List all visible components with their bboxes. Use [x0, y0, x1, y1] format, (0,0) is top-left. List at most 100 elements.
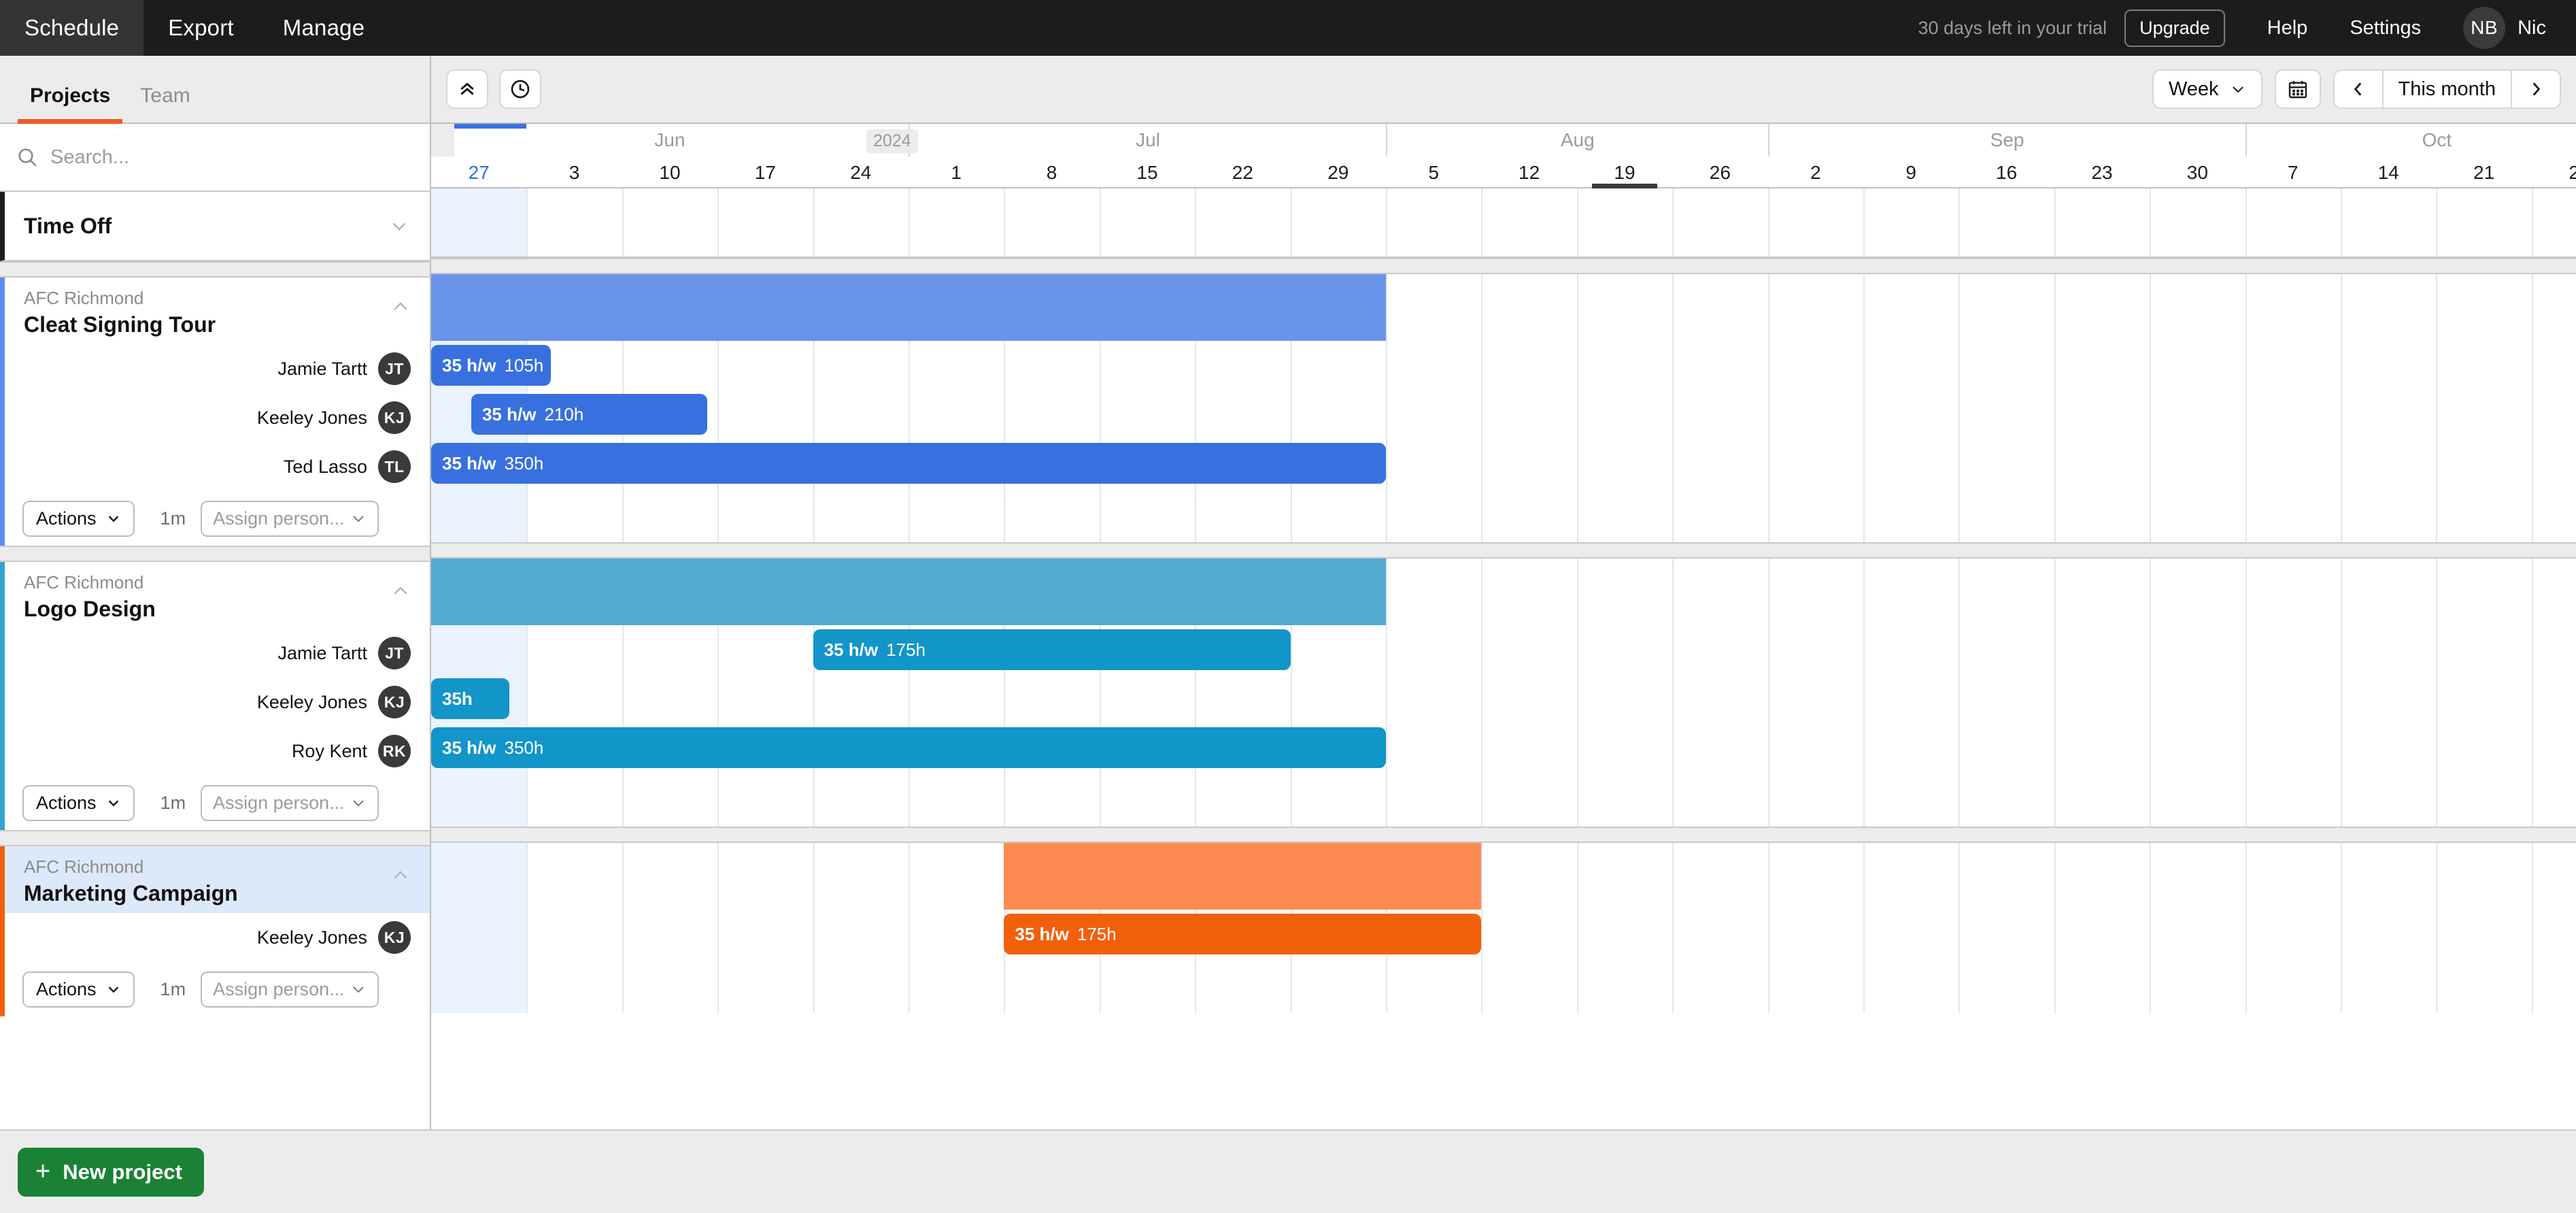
project-summary-bar[interactable] — [431, 274, 1386, 341]
assignment-person-row[interactable]: Keeley Jones KJ — [5, 678, 430, 727]
day-tick-30: 30 — [2186, 161, 2208, 183]
assignment-bar[interactable]: 35 h/w 350h — [431, 727, 1386, 768]
clock-icon — [511, 80, 530, 99]
toolbar-right-cluster: Week This month — [2152, 69, 2561, 109]
project-client: AFC Richmond — [24, 572, 144, 593]
assignment-person-row[interactable]: Ted Lasso TL — [5, 442, 430, 491]
timeline-date-header: Jun Jul Aug Sep Oct 2024 27 3 10 17 24 1 8 15 22 29 5 1… — [431, 124, 2576, 188]
project-header[interactable]: AFC Richmond Cleat Signing Tour — [5, 278, 430, 344]
project-duration-label: 1m — [160, 792, 186, 813]
assignment-bar[interactable]: 35 h/w 210h — [471, 394, 707, 435]
assignment-total-hours: 175h — [886, 639, 926, 660]
project-header[interactable]: AFC Richmond Logo Design — [5, 562, 430, 629]
search-icon — [16, 146, 38, 168]
assignment-hours-per-week: 35 h/w — [824, 639, 879, 660]
username-label[interactable]: Nic — [2518, 17, 2546, 39]
collapse-all-button[interactable] — [446, 69, 488, 109]
actions-dropdown-button[interactable]: Actions — [22, 500, 135, 537]
project-name: Logo Design — [24, 596, 156, 621]
avatar[interactable]: NB — [2463, 7, 2506, 49]
tab-projects[interactable]: Projects — [15, 84, 125, 124]
day-tick-27: 27 — [468, 161, 490, 183]
assignment-total-hours: 175h — [1077, 923, 1117, 944]
assignment-person-row[interactable]: Keeley Jones KJ — [5, 393, 430, 442]
assignment-person-row[interactable]: Jamie Tartt JT — [5, 344, 430, 393]
month-label-sep: Sep — [1767, 124, 2245, 156]
assignment-total-hours: 350h — [504, 737, 544, 758]
right-panel: Week This month Jun Jul Aug Sep Oct 2024… — [431, 56, 2576, 1213]
timeline-row-timeoff — [431, 188, 2576, 258]
timeoff-row[interactable]: Time Off — [0, 192, 430, 261]
timeline-scroll-area[interactable]: 35 h/w 105h 35 h/w 210h 35 h/w 350h 35 h/w 175h… — [431, 188, 2576, 1194]
nav-item-schedule[interactable]: Schedule — [0, 0, 144, 56]
chevron-down-icon — [108, 986, 118, 993]
project-client: AFC Richmond — [24, 857, 144, 877]
assign-person-placeholder: Assign person... — [213, 508, 345, 529]
timeline-grid: 35 h/w 105h 35 h/w 210h 35 h/w 350h 35 h/w 175h… — [431, 188, 2576, 1013]
day-tick-16: 16 — [1996, 161, 2018, 183]
month-label-oct: Oct — [2245, 124, 2576, 156]
search-input[interactable] — [50, 146, 377, 169]
chevron-down-icon — [2232, 86, 2243, 93]
nav-item-manage[interactable]: Manage — [258, 0, 389, 56]
timeline-assignment-row: 35 h/w 210h — [431, 390, 2576, 439]
next-period-button[interactable] — [2511, 71, 2560, 107]
actions-dropdown-button[interactable]: Actions — [22, 971, 135, 1008]
timeline-project-summary-row — [431, 274, 2576, 341]
zoom-level-dropdown[interactable]: Week — [2152, 69, 2263, 109]
assignment-bar[interactable]: 35 h/w 350h — [431, 443, 1386, 484]
timeline-project-summary-row — [431, 843, 2576, 910]
current-range-button[interactable]: This month — [2382, 71, 2511, 107]
collapse-chevron-up-button[interactable] — [390, 297, 411, 317]
collapse-chevron-up-button[interactable] — [390, 865, 411, 886]
assignment-hours-per-week: 35 h/w — [442, 737, 496, 758]
chevron-right-icon — [2532, 82, 2541, 96]
person-avatar: KJ — [378, 921, 411, 954]
actions-label: Actions — [36, 508, 97, 529]
project-duration-label: 1m — [160, 978, 186, 999]
person-avatar: TL — [378, 450, 411, 483]
zoom-level-label: Week — [2168, 78, 2219, 100]
settings-link[interactable]: Settings — [2350, 17, 2421, 39]
project-client: AFC Richmond — [24, 288, 144, 308]
assignment-bar[interactable]: 35h — [431, 678, 510, 719]
chevron-down-icon — [108, 516, 118, 522]
help-link[interactable]: Help — [2267, 17, 2308, 39]
assignment-bar[interactable]: 35 h/w 175h — [1004, 914, 1482, 954]
assignment-hours-per-week: 35 h/w — [442, 452, 496, 473]
assignment-person-row[interactable]: Jamie Tartt JT — [5, 629, 430, 678]
timeline-project-footer-row — [431, 772, 2576, 827]
assignment-bar[interactable]: 35 h/w 175h — [813, 629, 1291, 670]
month-label-jun: Jun — [654, 129, 685, 150]
assign-person-select[interactable]: Assign person... — [201, 784, 379, 821]
assign-person-select[interactable]: Assign person... — [201, 971, 379, 1008]
person-avatar: KJ — [378, 686, 411, 718]
actions-dropdown-button[interactable]: Actions — [22, 784, 135, 821]
person-name: Keeley Jones — [256, 927, 367, 948]
month-label-jul: Jul — [909, 124, 1386, 156]
chevron-down-icon — [350, 510, 367, 527]
upgrade-button[interactable]: Upgrade — [2124, 9, 2225, 47]
project-header[interactable]: AFC Richmond Marketing Campaign — [5, 846, 430, 913]
bottom-action-bar: + New project — [0, 1129, 2576, 1213]
nav-item-export[interactable]: Export — [143, 0, 258, 56]
assignment-bar[interactable]: 35 h/w 105h — [431, 345, 551, 386]
chevron-up-icon — [394, 302, 407, 310]
assign-person-select[interactable]: Assign person... — [201, 500, 379, 537]
assignment-person-row[interactable]: Keeley Jones KJ — [5, 913, 430, 962]
project-summary-bar[interactable] — [431, 559, 1386, 625]
tab-team[interactable]: Team — [125, 84, 205, 122]
assignment-person-row[interactable]: Roy Kent RK — [5, 727, 430, 776]
chevron-down-icon[interactable] — [389, 216, 409, 236]
day-tick-1: 1 — [951, 161, 962, 183]
date-picker-button[interactable] — [2274, 69, 2321, 109]
timeline-project-footer-row — [431, 959, 2576, 1013]
time-tracking-button[interactable] — [499, 69, 541, 109]
project-summary-bar[interactable] — [1004, 843, 1482, 910]
left-panel: Projects Team Time Off AFC Richmond Cleat… — [0, 56, 431, 1213]
nav-item-export-label: Export — [168, 15, 234, 40]
new-project-button[interactable]: + New project — [18, 1147, 204, 1197]
collapse-chevron-up-button[interactable] — [390, 581, 411, 601]
prev-period-button[interactable] — [2335, 71, 2382, 107]
day-tick-26: 26 — [1709, 161, 1731, 183]
